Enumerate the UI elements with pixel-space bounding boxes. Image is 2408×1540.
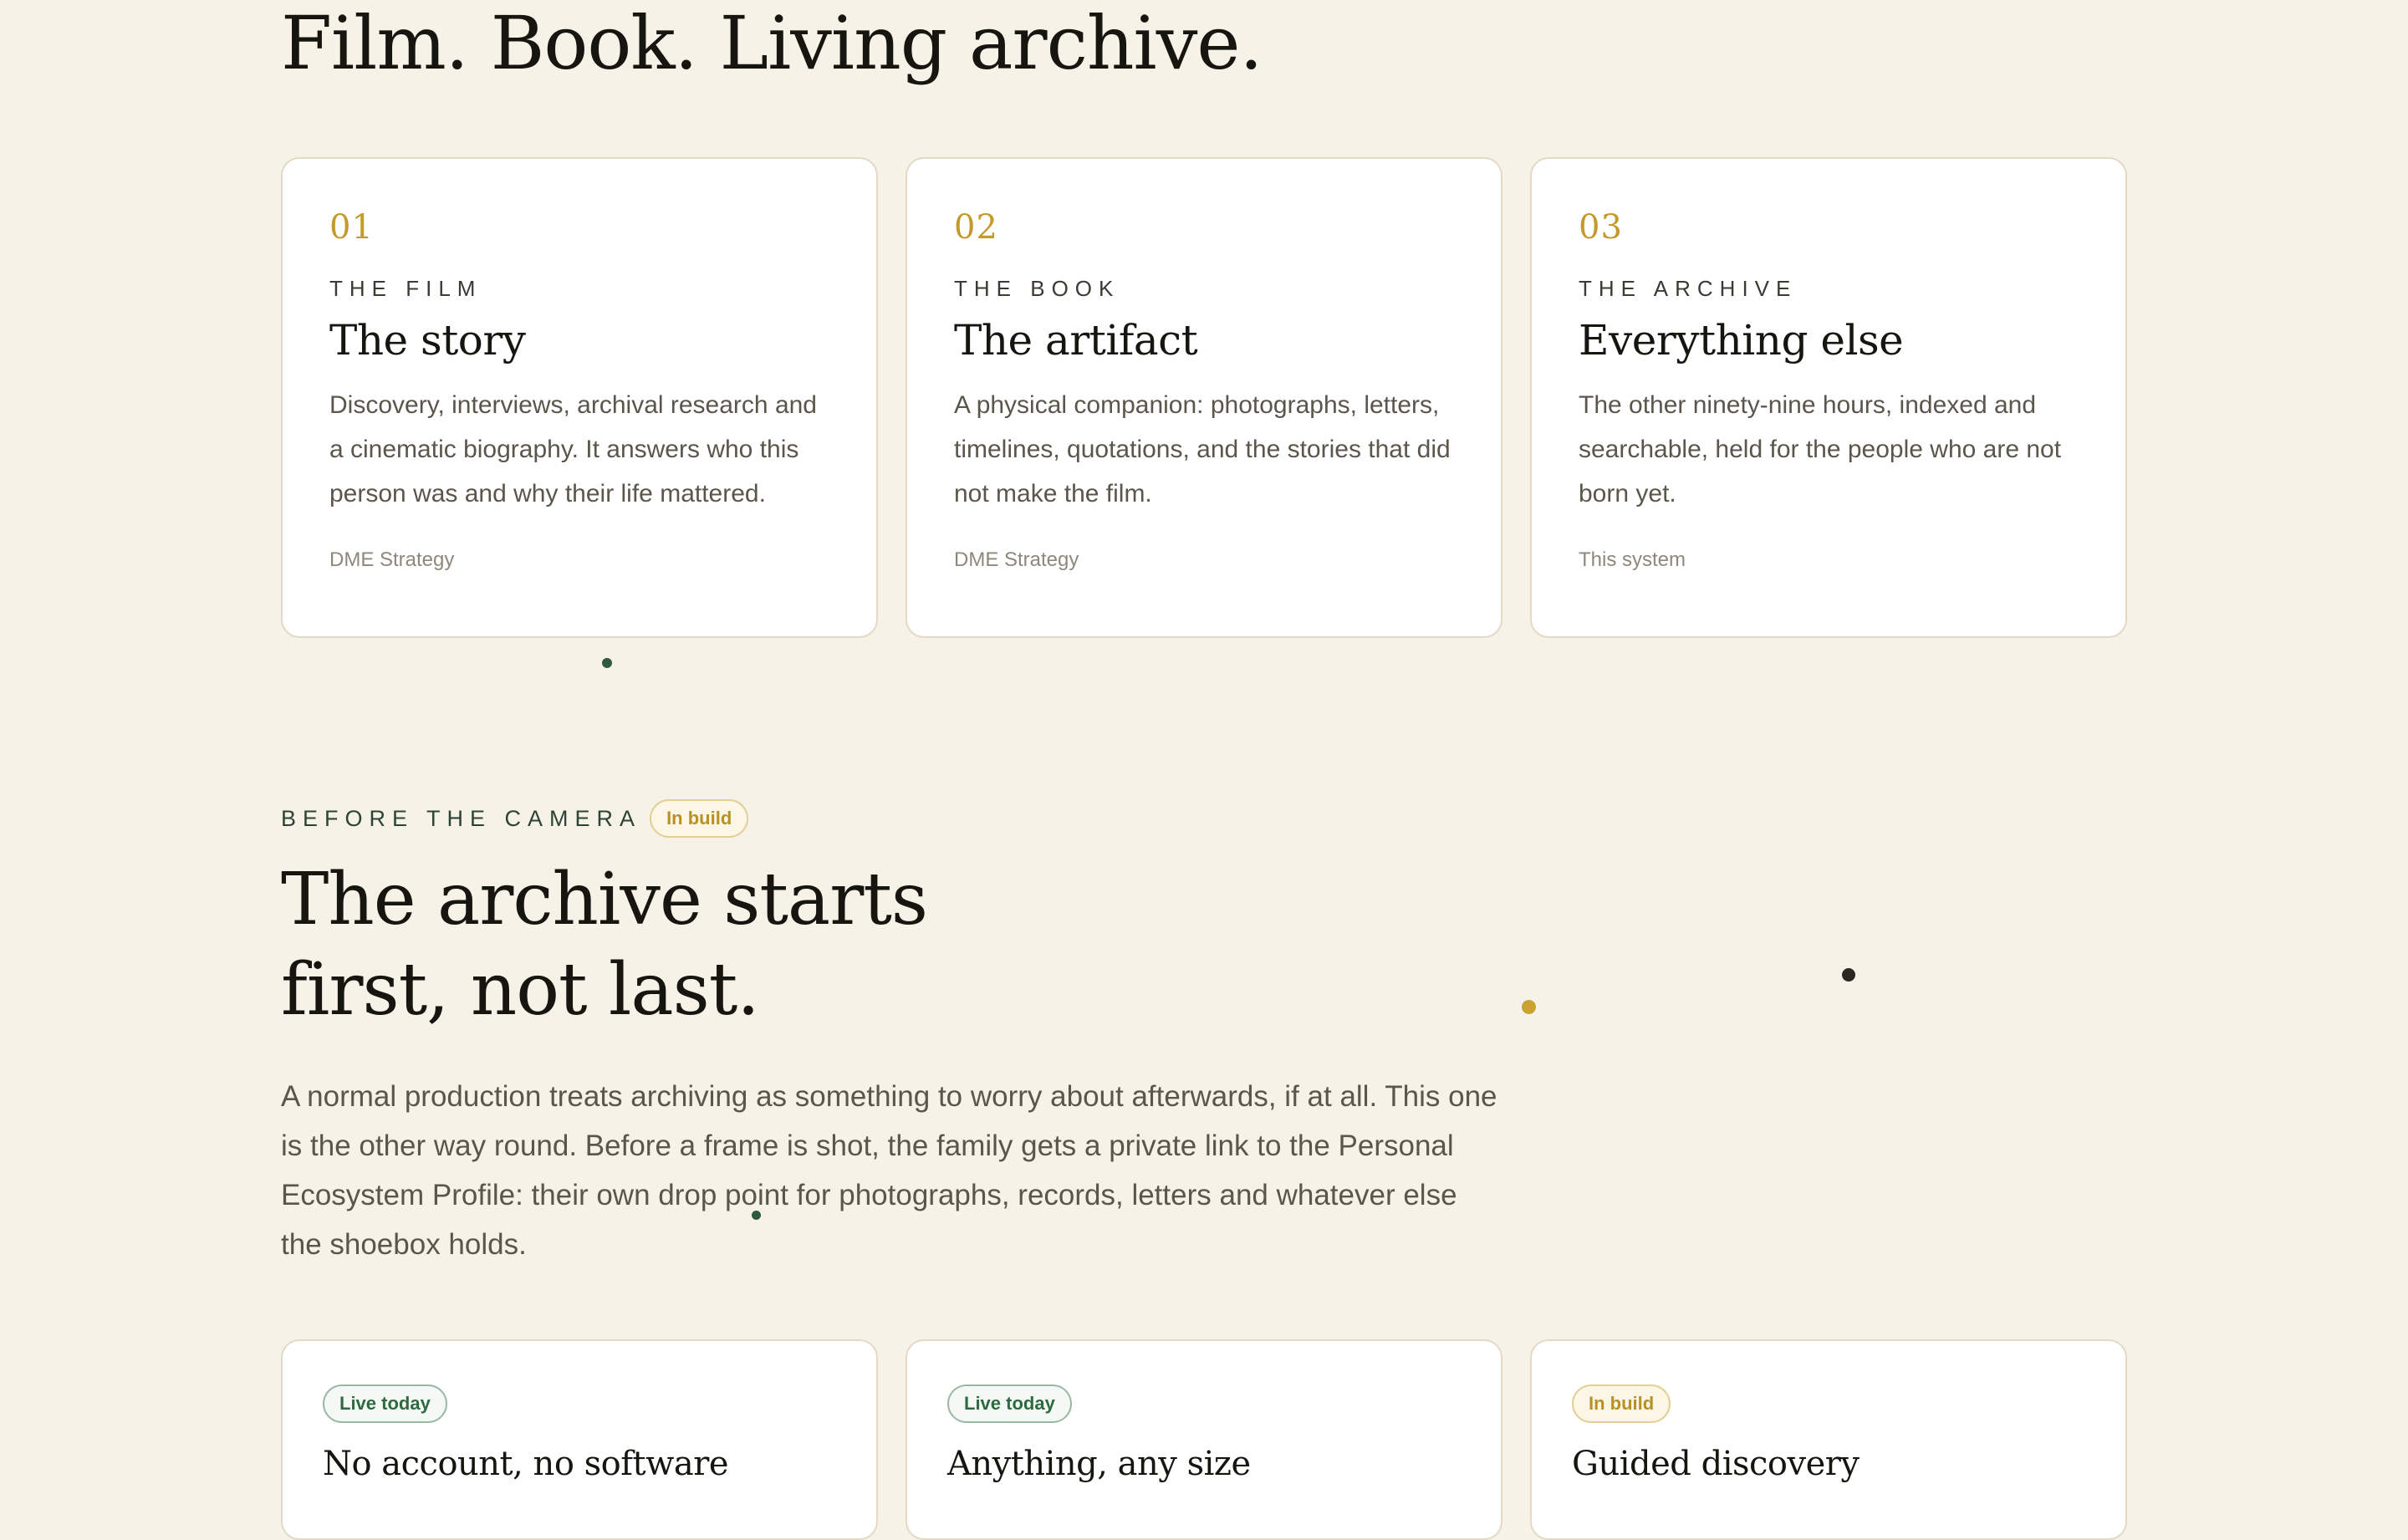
section-title-line2: first, not last. <box>281 948 760 1032</box>
pillar-card-archive: 03 THE ARCHIVE Everything else The other… <box>1530 157 2127 638</box>
pillar-eyebrow: THE FILM <box>329 276 482 301</box>
pillar-eyebrow: THE ARCHIVE <box>1579 276 1798 301</box>
pillar-description: The other ninety-nine hours, indexed and… <box>1579 391 2062 507</box>
status-badge: In build <box>650 799 749 838</box>
section-eyebrow: BEFORE THE CAMERA <box>281 805 642 831</box>
pillar-number: 02 <box>954 208 998 247</box>
pillar-title: The artifact <box>954 316 1198 365</box>
pillar-source: DME Strategy <box>954 548 1079 571</box>
pillar-number: 03 <box>1579 208 1623 247</box>
status-badge: Live today <box>323 1384 447 1423</box>
feature-card-any-size: Live today Anything, any size <box>906 1339 1502 1540</box>
pillar-title: The story <box>329 316 526 365</box>
hero-title: Film. Book. Living archive. <box>281 0 1263 86</box>
section-eyebrow-row: BEFORE THE CAMERA In build <box>281 798 749 839</box>
pillar-eyebrow: THE BOOK <box>954 276 1120 301</box>
section-title-line1: The archive starts <box>281 858 928 941</box>
status-badge: In build <box>1572 1384 1671 1423</box>
pillar-card-book: 02 THE BOOK The artifact A physical comp… <box>906 157 1502 638</box>
pillar-title: Everything else <box>1579 316 1904 365</box>
status-badge: Live today <box>947 1384 1072 1423</box>
pillar-source: DME Strategy <box>329 548 455 571</box>
feature-title: No account, no software <box>323 1445 728 1483</box>
feature-title: Anything, any size <box>947 1445 1251 1483</box>
pillar-number: 01 <box>329 208 374 247</box>
pillar-description: Discovery, interviews, archival research… <box>329 391 817 507</box>
section-description: A normal production treats archiving as … <box>281 1080 1497 1261</box>
section-title: The archive starts first, not last. <box>281 854 928 1035</box>
pillar-card-film: 01 THE FILM The story Discovery, intervi… <box>281 157 878 638</box>
feature-card-no-account: Live today No account, no software <box>281 1339 878 1540</box>
pillar-source: This system <box>1579 548 1686 571</box>
decorative-dot <box>602 658 612 668</box>
feature-title: Guided discovery <box>1572 1445 1860 1483</box>
pillar-description: A physical companion: photographs, lette… <box>954 391 1451 507</box>
decorative-dot <box>1522 1000 1536 1014</box>
feature-card-guided-discovery: In build Guided discovery <box>1530 1339 2127 1540</box>
decorative-dot <box>1842 968 1855 982</box>
